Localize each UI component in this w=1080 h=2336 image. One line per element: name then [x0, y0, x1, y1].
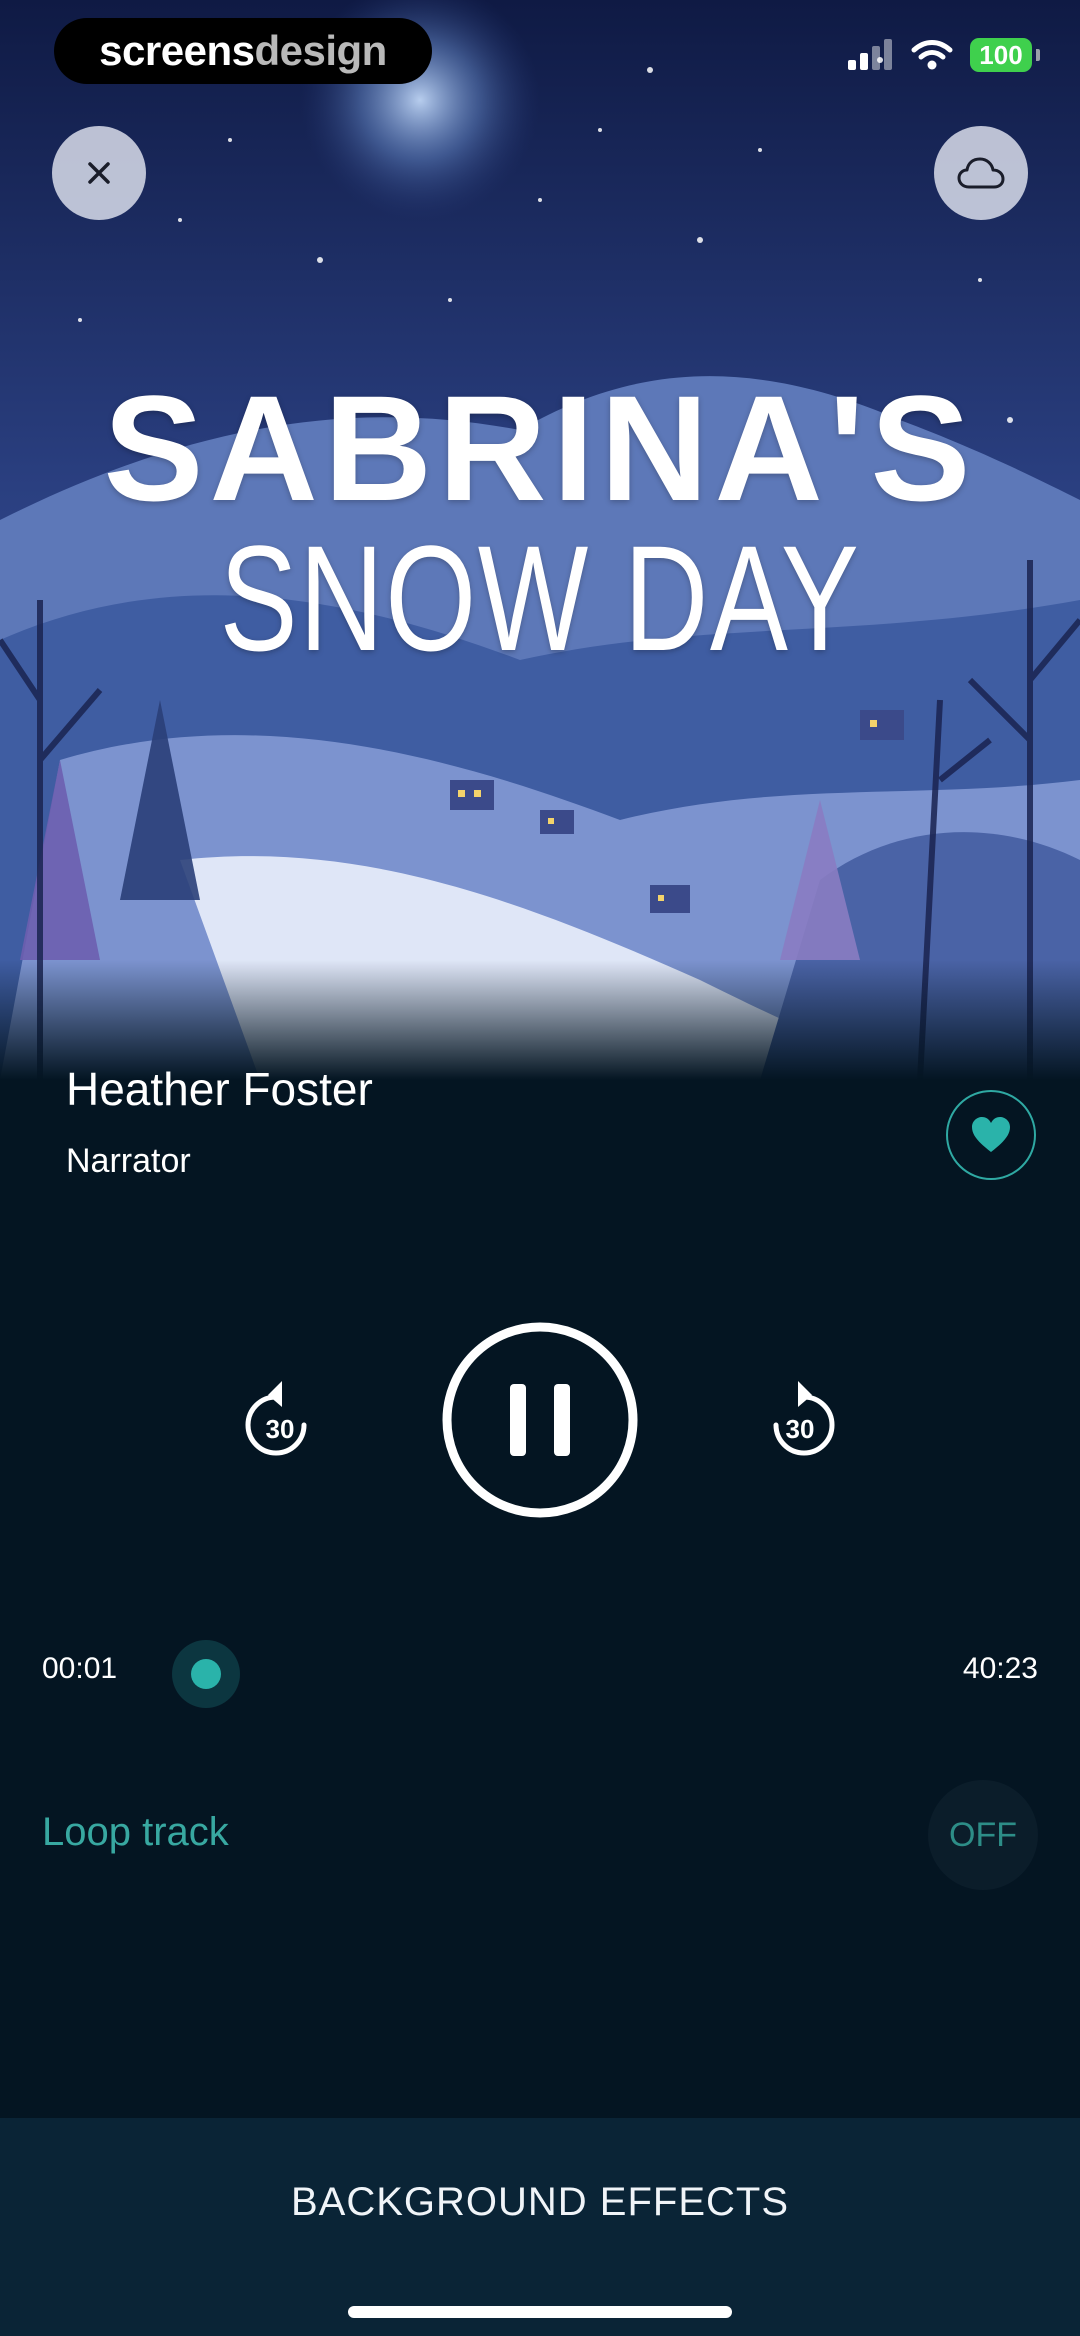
scrubber-thumb[interactable] [191, 1659, 221, 1689]
battery-indicator: 100 [970, 38, 1032, 72]
total-time: 40:23 [962, 1652, 1038, 1685]
favorite-button[interactable] [946, 1090, 1036, 1180]
status-icons: 100 [846, 38, 1040, 72]
brand-text-part2: design [254, 27, 387, 74]
close-button[interactable] [52, 126, 146, 220]
bottom-panel: BACKGROUND EFFECTS [0, 2118, 1080, 2336]
wifi-icon [911, 40, 953, 70]
status-bar: screens design 100 [0, 0, 1080, 110]
home-indicator[interactable] [348, 2306, 732, 2318]
forward-30-icon: 30 [773, 1381, 835, 1456]
brand-badge: screens design [54, 18, 432, 84]
cloud-icon [957, 157, 1005, 189]
rewind-30-label: 30 [266, 1414, 295, 1444]
forward-30-label: 30 [786, 1414, 815, 1444]
narrator-role: Narrator [66, 1142, 191, 1180]
brand-text-part1: screens [99, 27, 255, 74]
story-title-line2: SNOW DAY [219, 514, 861, 682]
background-effects-button[interactable]: BACKGROUND EFFECTS [0, 2180, 1080, 2225]
loop-toggle[interactable]: OFF [928, 1780, 1038, 1890]
progress-scrubber[interactable] [172, 1640, 240, 1708]
forward-30-button[interactable]: 30 [760, 1375, 840, 1470]
pause-button[interactable] [440, 1320, 640, 1525]
narrator-name: Heather Foster [66, 1063, 373, 1115]
loop-track-label[interactable]: Loop track [42, 1810, 229, 1855]
story-title-line1: SABRINA'S [103, 364, 977, 532]
pause-icon [442, 1322, 638, 1518]
current-time: 00:01 [42, 1652, 118, 1685]
playback-controls: 30 30 [0, 1320, 1080, 1520]
battery-tip [1036, 49, 1040, 61]
close-icon [88, 162, 110, 184]
rewind-30-icon: 30 [245, 1381, 307, 1456]
rewind-30-button[interactable]: 30 [240, 1375, 320, 1470]
download-button[interactable] [934, 126, 1028, 220]
heart-icon [972, 1117, 1010, 1152]
signal-icon [848, 39, 892, 70]
